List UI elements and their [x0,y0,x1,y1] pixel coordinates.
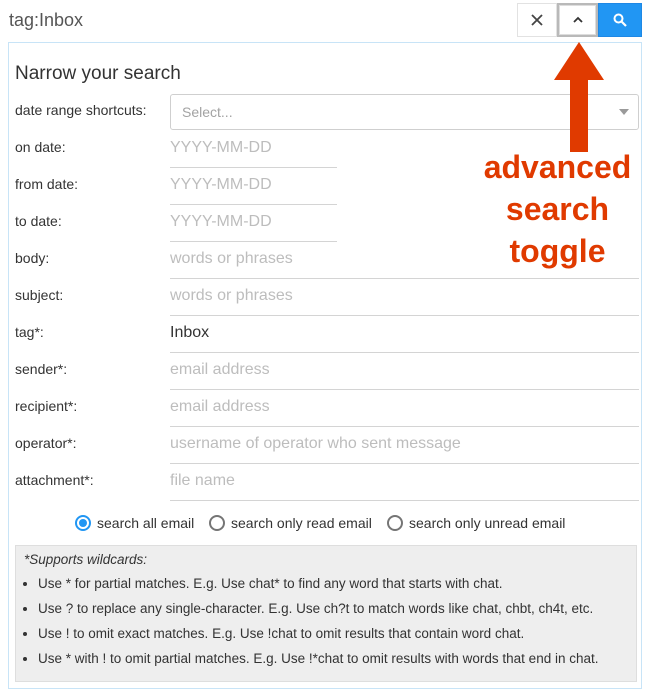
field-placeholder: username of operator who sent message [170,435,461,452]
field-placeholder: email address [170,398,270,415]
field-placeholder: words or phrases [170,287,293,304]
field-placeholder: YYYY-MM-DD [170,176,272,193]
list-item: Use * for partial matches. E.g. Use chat… [38,571,628,596]
search-bar: tag:Inbox [0,0,651,40]
annotation-line: search [505,191,610,227]
search-button[interactable] [598,3,642,37]
search-icon [613,13,627,27]
chevron-up-icon [572,16,583,23]
list-item: Use ! to omit exact matches. E.g. Use !c… [38,621,628,646]
panel-title: Narrow your search [15,63,181,84]
recipient-row: recipient*: email address [15,390,639,427]
attachment-row: attachment*: file name [15,464,639,501]
from-date-input[interactable]: YYYY-MM-DD [170,168,337,205]
subject-row: subject: words or phrases [15,279,639,316]
radio-search-unread[interactable]: search only unread email [387,513,565,533]
annotation-line: advanced [483,149,632,185]
field-label: recipient*: [15,398,78,414]
attachment-input[interactable]: file name [170,464,639,501]
tag-input[interactable]: Inbox [170,316,639,353]
recipient-input[interactable]: email address [170,390,639,427]
field-label: subject: [15,287,64,303]
field-label: tag*: [15,324,44,340]
annotation-line: toggle [509,233,606,269]
field-label: body: [15,250,50,266]
field-placeholder: YYYY-MM-DD [170,139,272,156]
field-label: sender*: [15,361,68,377]
chevron-down-icon [619,109,629,115]
radio-label: search only unread email [409,515,566,531]
close-icon [531,14,543,26]
field-value: Inbox [170,324,210,341]
advanced-search-panel: Narrow your search date range shortcuts:… [8,42,642,689]
sender-row: sender*: email address [15,353,639,390]
radio-label: search only read email [231,515,372,531]
on-date-input[interactable]: YYYY-MM-DD [170,131,337,168]
field-placeholder: words or phrases [170,250,293,267]
field-placeholder: YYYY-MM-DD [170,213,272,230]
operator-input[interactable]: username of operator who sent message [170,427,639,464]
list-item: Use * with ! to omit partial matches. E.… [38,646,628,671]
to-date-input[interactable]: YYYY-MM-DD [170,205,337,242]
field-label: operator*: [15,435,77,451]
radio-label: search all email [97,515,195,531]
field-label: from date: [15,176,79,192]
wildcard-help-box: *Supports wildcards: Use * for partial m… [15,545,637,682]
radio-unselected-icon [387,515,403,531]
wildcard-help-title: *Supports wildcards: [24,552,148,567]
clear-button[interactable] [517,3,557,37]
annotation-label: advanced search toggle [470,146,645,272]
field-placeholder: email address [170,361,270,378]
radio-search-all[interactable]: search all email [75,513,194,533]
subject-input[interactable]: words or phrases [170,279,639,316]
date-range-shortcuts-label: date range shortcuts: [15,102,147,118]
search-query[interactable]: tag:Inbox [9,10,83,31]
radio-selected-icon [75,515,91,531]
field-label: to date: [15,213,62,229]
advanced-search-toggle-button[interactable] [557,3,598,37]
sender-input[interactable]: email address [170,353,639,390]
field-label: attachment*: [15,472,94,488]
annotation-arrow-icon [554,42,604,152]
list-item: Use ? to replace any single-character. E… [38,596,628,621]
read-filter-radio-group: search all email search only read email … [75,513,635,533]
radio-search-read[interactable]: search only read email [209,513,372,533]
operator-row: operator*: username of operator who sent… [15,427,639,464]
field-label: on date: [15,139,66,155]
date-range-shortcuts-placeholder: Select... [182,104,233,120]
wildcard-help-list: Use * for partial matches. E.g. Use chat… [24,571,628,671]
field-placeholder: file name [170,472,235,489]
radio-unselected-icon [209,515,225,531]
tag-row: tag*: Inbox [15,316,639,353]
